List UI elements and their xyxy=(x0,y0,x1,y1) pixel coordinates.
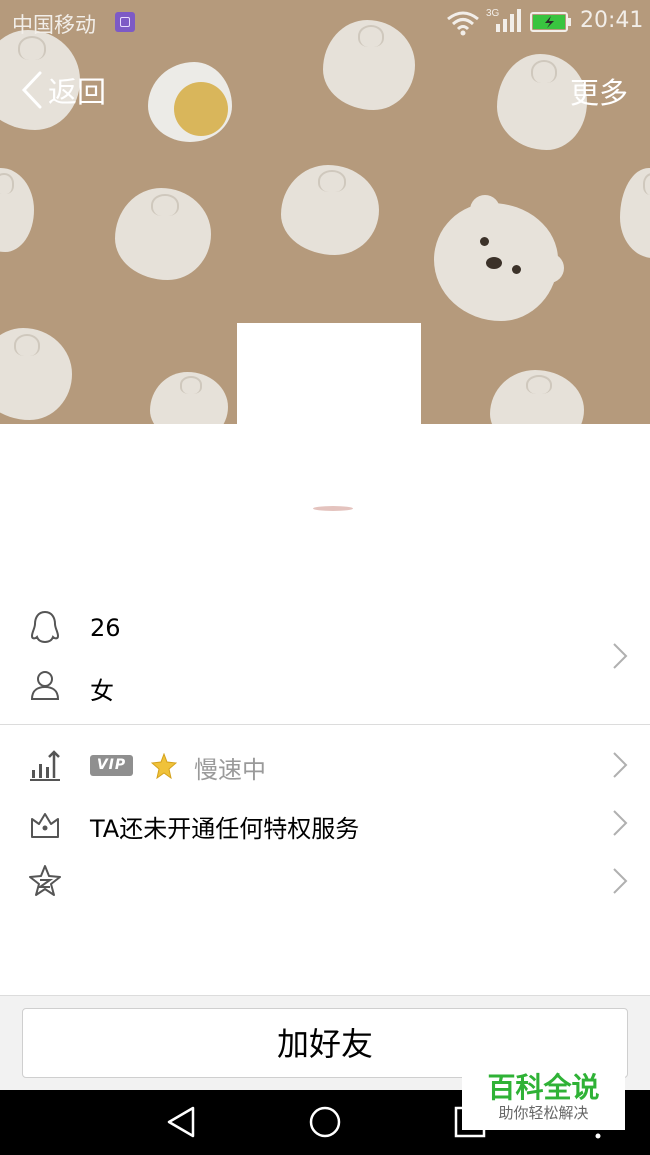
vip-status: 慢速中 xyxy=(194,756,266,784)
avatar-shadow xyxy=(313,506,353,511)
cover-decoration xyxy=(620,168,650,258)
cover-decoration xyxy=(0,328,72,420)
signal-icon: 3G xyxy=(486,8,521,32)
chevron-right-icon[interactable] xyxy=(611,641,629,671)
watermark-logo: 百科全说 助你轻松解决 xyxy=(462,1062,625,1130)
cover-decoration xyxy=(148,62,232,142)
gender-value: 女 xyxy=(90,677,114,705)
battery-icon xyxy=(530,12,571,32)
cover-decoration xyxy=(281,165,379,255)
qq-penguin-icon xyxy=(30,610,60,644)
status-bar: 中国移动 3G 20:41 xyxy=(0,0,650,46)
cover-decoration xyxy=(115,188,211,280)
watermark-subtitle: 助你轻松解决 xyxy=(498,1104,589,1122)
network-type-label: 3G xyxy=(486,8,500,19)
privilege-service-text: TA还未开通任何特权服务 xyxy=(90,815,360,843)
chevron-right-icon[interactable] xyxy=(611,750,629,780)
more-button[interactable]: 更多 xyxy=(570,70,628,112)
sim-card-icon xyxy=(115,12,135,32)
section-divider xyxy=(0,724,650,725)
qq-number: 26 xyxy=(90,614,121,642)
cover-decoration xyxy=(150,372,228,424)
star-icon xyxy=(151,753,177,779)
level-chart-icon xyxy=(30,750,60,781)
cover-decoration xyxy=(490,370,584,424)
chevron-left-icon xyxy=(21,71,42,109)
chevron-right-icon[interactable] xyxy=(611,866,629,896)
wifi-icon xyxy=(447,11,479,36)
watermark-title: 百科全说 xyxy=(487,1071,600,1104)
nav-back-icon[interactable] xyxy=(163,1104,199,1140)
crown-icon xyxy=(31,813,59,838)
cover-decoration xyxy=(434,195,564,321)
user-icon xyxy=(30,671,60,700)
nav-home-icon[interactable] xyxy=(307,1104,343,1140)
vip-badge: VIP xyxy=(90,755,133,776)
qzone-star-icon xyxy=(29,865,61,896)
cover-decoration xyxy=(0,168,34,252)
back-label: 返回 xyxy=(48,75,107,109)
clock: 20:41 xyxy=(580,8,644,33)
carrier-label: 中国移动 xyxy=(12,13,96,37)
back-button[interactable]: 返回 xyxy=(18,68,106,112)
chevron-right-icon[interactable] xyxy=(611,808,629,838)
avatar[interactable] xyxy=(237,323,421,424)
